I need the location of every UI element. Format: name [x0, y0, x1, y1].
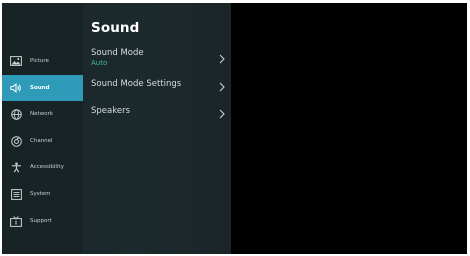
- chevron-right-icon: [219, 109, 225, 119]
- sidebar-item-label: Support: [30, 218, 52, 224]
- sidebar-item-label: Channel: [30, 138, 53, 144]
- sidebar-item-support[interactable]: Support: [2, 208, 83, 234]
- menu-item-label: Sound Mode Settings: [91, 79, 182, 89]
- settings-sidebar: Picture Sound Network Channel Accessibil…: [2, 3, 83, 254]
- support-icon: [9, 215, 23, 227]
- picture-icon: [9, 55, 23, 67]
- sidebar-item-network[interactable]: Network: [2, 101, 83, 127]
- sidebar-item-label: Network: [30, 111, 53, 117]
- tv-screen: Picture Sound Network Channel Accessibil…: [2, 3, 467, 254]
- settings-panel: Picture Sound Network Channel Accessibil…: [2, 3, 231, 254]
- sidebar-item-system[interactable]: System: [2, 181, 83, 207]
- sidebar-item-picture[interactable]: Picture: [2, 48, 83, 74]
- sidebar-item-label: Picture: [30, 58, 49, 64]
- page-title: Sound: [91, 20, 140, 36]
- sidebar-item-channel[interactable]: Channel: [2, 128, 83, 154]
- menu-item-speakers[interactable]: Speakers: [91, 106, 226, 128]
- system-icon: [9, 188, 23, 200]
- menu-item-value: Auto: [91, 59, 108, 67]
- sidebar-item-label: System: [30, 191, 51, 197]
- menu-item-label: Speakers: [91, 106, 131, 116]
- sidebar-item-accessibility[interactable]: Accessibility: [2, 154, 83, 180]
- channel-icon: [9, 135, 23, 147]
- sidebar-item-label: Sound: [30, 85, 50, 91]
- sidebar-item-label: Accessibility: [30, 164, 64, 170]
- accessibility-icon: [9, 161, 23, 173]
- sidebar-item-sound[interactable]: Sound: [2, 75, 83, 101]
- chevron-right-icon: [219, 54, 225, 64]
- menu-item-label: Sound Mode: [91, 48, 144, 58]
- speaker-icon: [9, 82, 23, 94]
- menu-item-sound-mode-settings[interactable]: Sound Mode Settings: [91, 79, 226, 101]
- menu-item-sound-mode[interactable]: Sound Mode Auto: [91, 48, 226, 70]
- globe-icon: [9, 108, 23, 120]
- chevron-right-icon: [219, 82, 225, 92]
